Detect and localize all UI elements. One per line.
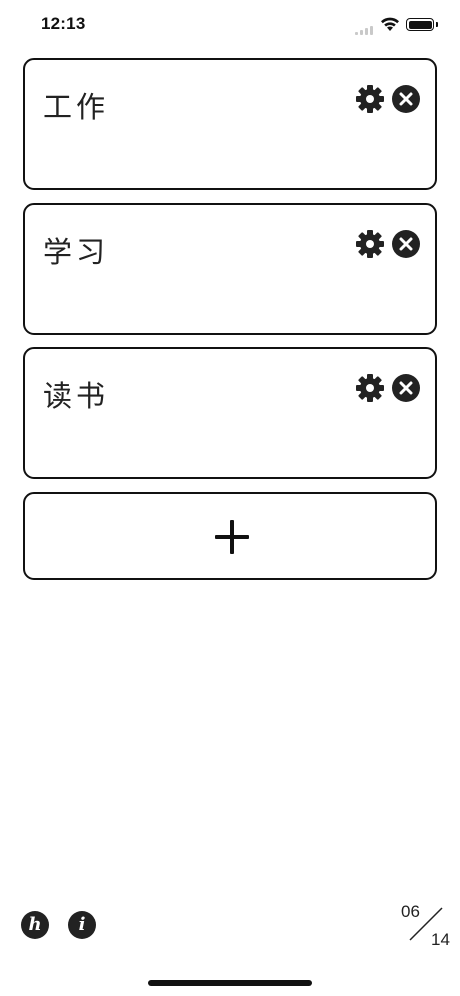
date-day: 14	[431, 930, 450, 949]
date-month: 06	[401, 902, 420, 921]
home-indicator	[148, 980, 312, 986]
info-icon-glyph: i	[78, 914, 86, 935]
card-title: 工作	[43, 90, 110, 124]
add-list-button[interactable]	[23, 492, 437, 580]
help-icon[interactable]: h	[21, 911, 49, 939]
card-title: 学习	[43, 235, 110, 269]
status-bar: 12:13	[0, 0, 460, 50]
battery-tip	[436, 22, 438, 27]
list-card-reading[interactable]: 读书	[23, 347, 437, 479]
cellular-signal-icon	[355, 25, 375, 35]
close-circle-icon[interactable]	[391, 373, 421, 403]
gear-icon[interactable]	[355, 229, 385, 259]
date-badge: 06 14	[398, 900, 452, 950]
plus-icon	[215, 520, 249, 554]
gear-icon[interactable]	[355, 84, 385, 114]
card-title: 读书	[43, 379, 110, 413]
list-card-work[interactable]: 工作	[23, 58, 437, 190]
close-circle-icon[interactable]	[391, 229, 421, 259]
help-icon-glyph: h	[28, 914, 42, 935]
gear-icon[interactable]	[355, 373, 385, 403]
battery-icon	[406, 18, 434, 31]
status-time: 12:13	[41, 14, 86, 33]
wifi-icon	[381, 17, 399, 31]
list-card-study[interactable]: 学习	[23, 203, 437, 335]
info-icon[interactable]: i	[68, 911, 96, 939]
close-circle-icon[interactable]	[391, 84, 421, 114]
